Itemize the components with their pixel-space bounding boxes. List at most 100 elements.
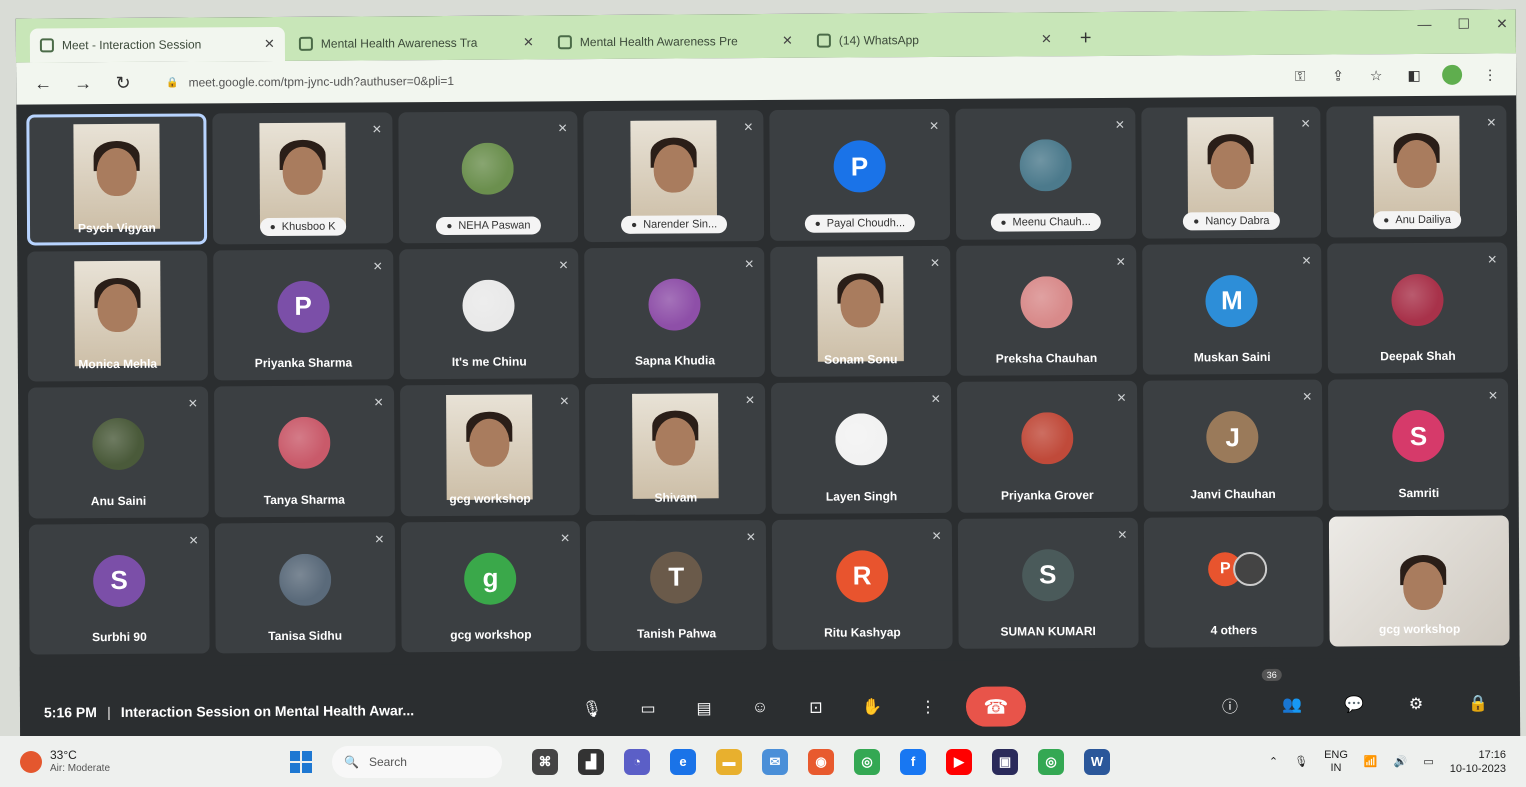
participant-tile[interactable]: ✕ Layen Singh [770,381,952,514]
wifi-icon[interactable]: 📶 [1364,755,1378,768]
participant-tile[interactable]: ✕ Priyanka Grover [956,380,1138,513]
participant-tile[interactable]: R ✕ Ritu Kashyap [771,518,953,650]
participant-tile[interactable]: ✕ ● NEHA Paswan [397,111,579,243]
windows-start-icon[interactable] [290,750,312,773]
task-view-icon[interactable]: ▟ [578,748,604,775]
participant-tile[interactable]: M ✕ Muskan Saini [1141,243,1323,375]
browser-tab[interactable]: Mental Health Awareness Pre ✕ [548,24,803,60]
maximize-icon[interactable]: ☐ [1457,16,1470,33]
participant-tile[interactable]: ✕ ● Meenu Chauh... [955,107,1136,240]
share-icon[interactable]: ⇪ [1328,67,1348,84]
call-controls: 🎙 ▭ ▤ ☺ ⊡ ✋ ⋮ ☎ [574,686,1027,729]
facebook-icon[interactable]: f [900,748,926,775]
system-tray: ⌃ 🎙 ENG IN 📶 🔊 ▭ 17:16 10-10-2023 [1269,748,1506,776]
more-options-icon[interactable]: ⋮ [910,689,946,725]
participant-tile[interactable]: gcg workshop [1329,514,1510,647]
participant-tile[interactable]: g ✕ gcg workshop [400,520,581,653]
participant-tile[interactable]: P4 others [1143,516,1324,648]
participant-tile[interactable]: ✕ Tanisa Sidhu [214,521,396,654]
participant-name: Tanisa Sidhu [268,628,343,644]
battery-icon[interactable]: ▭ [1423,755,1433,768]
participant-tile[interactable]: J ✕ Janvi Chauhan [1142,379,1324,512]
people-icon[interactable]: 👥 [1274,687,1310,723]
participant-tile[interactable]: ✕ ● Anu Dailiya [1326,105,1508,238]
host-controls-icon[interactable]: 🔒 [1460,686,1496,722]
app-icon-1[interactable]: ⌘ [532,748,558,775]
participant-tile[interactable]: Psych Vigyan [26,113,207,246]
browser-tab[interactable]: Mental Health Awareness Tra ✕ [289,25,544,61]
participant-tile[interactable]: ✕ Sonam Sonu [770,245,951,377]
participant-grid: Psych Vigyan ✕ ● Khusboo K ✕ ● NEHA Paswan ✕ ● Na… [26,105,1510,655]
chat-icon[interactable]: 💬 [1336,686,1372,722]
mail-icon[interactable]: ✉ [762,748,788,775]
participant-tile[interactable]: ✕ Deepak Shah [1327,241,1508,374]
participant-tile[interactable]: ✕ Shivam [585,383,766,515]
mic-off-icon: ✕ [1115,254,1126,269]
forward-icon[interactable]: → [72,73,94,94]
participant-tile[interactable]: P ✕ ● Payal Choudh... [769,108,950,241]
participant-video [446,394,534,501]
app-icon-2[interactable]: ▣ [992,748,1018,775]
language-indicator[interactable]: ENG IN [1324,749,1348,775]
chevron-up-icon[interactable]: ⌃ [1269,755,1278,768]
participant-tile[interactable]: S ✕ Surbhi 90 [28,522,210,655]
camera-icon[interactable]: ▭ [630,691,666,727]
participant-tile[interactable]: ✕ gcg workshop [399,384,581,516]
chrome-profile-icon[interactable]: ◎ [1038,748,1064,775]
participant-tile[interactable]: T ✕ Tanish Pahwa [586,519,767,652]
participant-avatar: T [650,551,703,604]
file-explorer-icon[interactable]: ▬ [716,748,742,775]
new-tab-button[interactable]: + [1066,27,1106,56]
browser-tab[interactable]: Meet - Interaction Session ✕ [29,26,286,63]
info-icon[interactable]: ⓘ [1212,687,1248,723]
mic-off-icon: ✕ [373,395,384,410]
mic-off-icon: ✕ [1114,117,1125,132]
browser-tab[interactable]: (14) WhatsApp ✕ [807,22,1062,58]
mic-tray-icon[interactable]: 🎙 [1294,755,1308,768]
participant-tile[interactable]: Monica Mehla [27,249,208,382]
close-icon[interactable]: ✕ [264,36,275,52]
search-icon: 🔍 [344,754,359,769]
participant-tile[interactable]: ✕ ● Khusboo K [212,112,393,244]
key-icon[interactable]: ⚿ [1290,67,1310,84]
participant-tile[interactable]: ✕ Anu Saini [28,386,209,519]
participant-tile[interactable]: ✕ Tanya Sharma [213,385,395,517]
clock[interactable]: 17:16 10-10-2023 [1450,748,1506,776]
address-bar[interactable]: 🔒 meet.google.com/tpm-jync-udh?authuser=… [152,61,1272,98]
back-icon[interactable]: ← [32,73,54,94]
participant-tile[interactable]: S ✕ Samriti [1328,378,1509,511]
profile-avatar[interactable] [1442,64,1463,85]
captions-icon[interactable]: ▤ [686,690,722,726]
minimize-icon[interactable]: — [1417,16,1431,33]
chat-app-icon[interactable]: ◔ [624,748,650,775]
participant-tile[interactable]: ✕ ● Nancy Dabra [1140,106,1322,239]
microphone-icon[interactable]: 🎙 [574,691,610,727]
participant-tile[interactable]: ✕ Sapna Khudia [584,246,765,379]
close-icon[interactable]: ✕ [1041,31,1052,47]
youtube-icon[interactable]: ▶ [946,748,972,775]
bookmark-star-icon[interactable]: ☆ [1366,67,1386,84]
sidepanel-icon[interactable]: ◧ [1404,66,1424,83]
emoji-icon[interactable]: ☺ [742,690,778,726]
participant-tile[interactable]: P ✕ Priyanka Sharma [212,248,394,381]
taskbar-search[interactable]: 🔍 Search [332,745,502,778]
present-screen-icon[interactable]: ⊡ [798,690,834,726]
firefox-icon[interactable]: ◉ [808,748,834,775]
word-icon[interactable]: W [1084,748,1110,775]
chrome-icon[interactable]: ◎ [854,748,880,775]
close-icon[interactable]: ✕ [782,33,793,49]
edge-icon[interactable]: e [670,748,696,775]
raise-hand-icon[interactable]: ✋ [854,689,890,725]
participant-tile[interactable]: ✕ It's me Chinu [398,247,580,380]
close-icon[interactable]: ✕ [523,34,534,50]
activities-icon[interactable]: ⚙ [1398,686,1434,722]
end-call-button[interactable]: ☎ [965,686,1027,727]
participant-tile[interactable]: S ✕ SUMAN KUMARI [957,517,1139,649]
weather-widget[interactable]: 33°C Air: Moderate [20,748,290,776]
menu-kebab-icon[interactable]: ⋮ [1480,66,1500,83]
participant-tile[interactable]: ✕ Preksha Chauhan [955,244,1137,376]
volume-icon[interactable]: 🔊 [1394,755,1408,768]
participant-tile[interactable]: ✕ ● Narender Sin... [583,110,765,242]
window-close-icon[interactable]: ✕ [1496,15,1508,32]
reload-icon[interactable]: ↻ [112,72,134,93]
